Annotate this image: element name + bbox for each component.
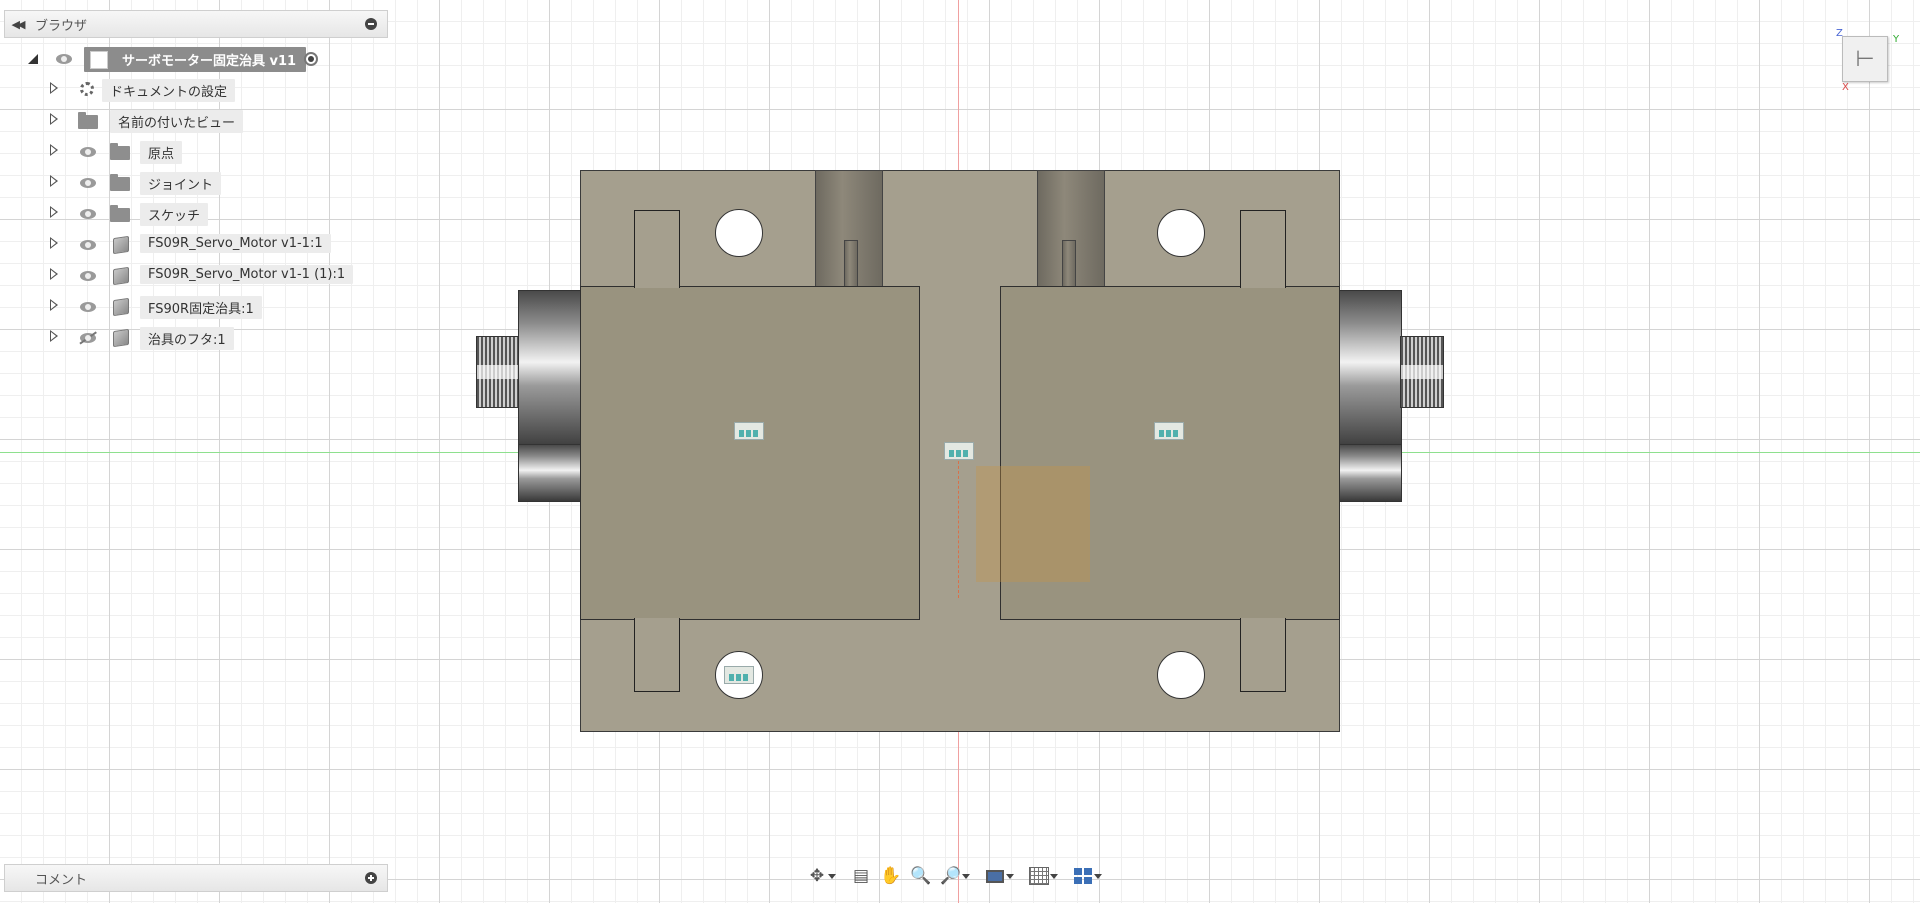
look-at-icon[interactable]: ▤ [848,864,874,888]
visibility-eye-icon[interactable] [80,147,96,157]
component-icon [90,51,108,69]
component-icon [113,235,129,255]
visibility-eye-icon[interactable] [80,209,96,219]
tree-item-label: FS09R_Servo_Motor v1-1:1 [140,234,331,253]
tree-item-fixture[interactable]: FS90R固定治具:1 [0,294,380,319]
zoom-icon[interactable]: 🔍 [908,864,934,888]
tree-item-sketches[interactable]: スケッチ [0,201,380,226]
tree-item-label: スケッチ [140,203,209,226]
tree-item-label: 名前の付いたビュー [110,110,244,133]
tree-item-label: ドキュメントの設定 [102,79,236,102]
left-servo-spline[interactable] [476,336,520,408]
tree-item-named-views[interactable]: 名前の付いたビュー [0,108,380,133]
tab-notch-tr [1240,210,1286,288]
add-comment-icon[interactable] [365,872,377,884]
left-servo-base[interactable] [518,444,582,502]
display-settings-icon[interactable] [982,864,1014,888]
folder-icon [110,143,130,160]
expand-arrow-icon[interactable] [50,206,58,218]
joint-marker-center[interactable] [944,442,974,460]
tree-item-servo-2[interactable]: FS09R_Servo_Motor v1-1 (1):1 [0,263,380,287]
orbit-icon[interactable]: ✥ [804,864,836,888]
3d-viewport[interactable]: ⊢ Z Y X [0,0,1920,903]
expand-arrow-icon[interactable] [50,268,58,280]
visibility-eye-icon[interactable] [56,54,72,64]
joint-marker-left[interactable] [734,422,764,440]
expand-arrow-icon[interactable] [50,299,58,311]
tree-item-origin[interactable]: 原点 [0,139,380,164]
pin-left [844,240,858,288]
expand-arrow-icon[interactable] [50,237,58,249]
visibility-hidden-icon[interactable] [80,333,96,343]
browser-title: ブラウザ [35,18,88,34]
tree-item-label: ジョイント [140,172,222,195]
tab-notch-bl [634,618,680,692]
left-motor-pocket[interactable] [580,286,920,620]
expand-arrow-icon[interactable] [50,175,58,187]
joint-axis-line [958,456,959,598]
visibility-eye-icon[interactable] [80,302,96,312]
gear-icon [80,82,94,96]
browser-header[interactable]: ◀◀ ブラウザ [4,10,388,38]
component-icon [113,266,129,286]
mount-hole-br[interactable] [1157,651,1205,699]
tree-item-document-settings[interactable]: ドキュメントの設定 [0,77,380,102]
joint-marker-hole[interactable] [724,666,754,684]
home-face-icon: ⊢ [1855,46,1875,72]
component-icon [113,297,129,317]
expand-arrow-icon[interactable] [50,330,58,342]
right-servo-spline[interactable] [1400,336,1444,408]
viewcube[interactable]: ⊢ [1842,36,1888,82]
component-icon [113,328,129,348]
right-servo-hub[interactable] [1336,290,1402,450]
grid-snap-icon[interactable] [1026,864,1058,888]
visibility-eye-icon[interactable] [80,240,96,250]
comments-bar[interactable]: コメント [4,864,388,892]
fit-icon[interactable]: 🔎 [938,864,970,888]
folder-icon [110,174,130,191]
mount-hole-tr[interactable] [1157,209,1205,257]
left-servo-hub[interactable] [518,290,582,450]
activate-target-icon[interactable] [304,52,318,66]
tree-item-label: 原点 [140,141,183,164]
tree-root[interactable]: サーボモーター固定治具 v11 [0,46,380,72]
selection-highlight [976,466,1090,582]
folder-icon [78,112,98,129]
tab-notch-br [1240,618,1286,692]
pin-right [1062,240,1076,288]
tree-item-label: FS09R_Servo_Motor v1-1 (1):1 [140,265,354,284]
navigation-toolbar: ✥ ▤ ✋ 🔍 🔎 [804,862,1102,890]
root-component-label[interactable]: サーボモーター固定治具 v11 [84,47,307,72]
visibility-eye-icon[interactable] [80,271,96,281]
expand-arrow-icon[interactable] [50,144,58,156]
expand-root-icon[interactable] [28,54,38,64]
mount-hole-tl[interactable] [715,209,763,257]
right-servo-base[interactable] [1336,444,1402,502]
expand-arrow-icon[interactable] [50,82,58,94]
comments-title: コメント [35,872,88,888]
axis-y-label: Y [1893,34,1900,45]
expand-arrow-icon[interactable] [50,113,58,125]
collapse-panel-icon[interactable]: ◀◀ [5,18,29,31]
viewports-icon[interactable] [1070,864,1102,888]
tree-item-label: FS90R固定治具:1 [140,296,262,319]
visibility-eye-icon[interactable] [80,178,96,188]
pan-icon[interactable]: ✋ [878,864,904,888]
tab-notch-tl [634,210,680,288]
axis-z-label: Z [1836,28,1843,39]
tree-item-lid[interactable]: 治具のフタ:1 [0,325,380,350]
tree-item-servo-1[interactable]: FS09R_Servo_Motor v1-1:1 [0,232,380,256]
joint-marker-right[interactable] [1154,422,1184,440]
axis-x-label: X [1842,82,1849,93]
tree-item-joints[interactable]: ジョイント [0,170,380,195]
folder-icon [110,205,130,222]
minimize-icon[interactable] [365,18,377,30]
tree-item-label: 治具のフタ:1 [140,327,234,350]
